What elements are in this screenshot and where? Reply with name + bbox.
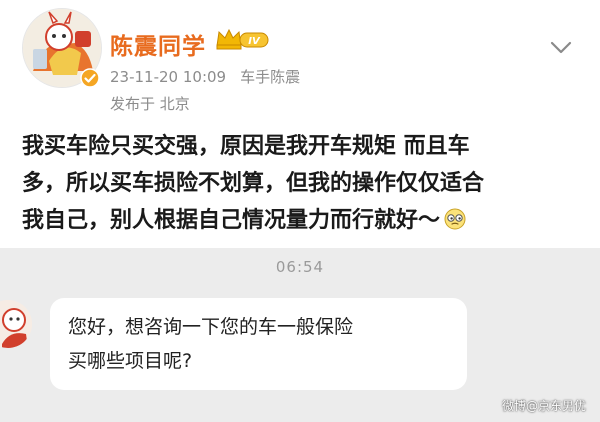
screenshot: 陈震同学 IV 23-11-20 10:09 车手陈震 发布于 北京 我买车险只买… [0,0,600,422]
message-text: 您好，想咨询一下您的车一般保险 买哪些项目呢? [68,310,458,378]
verified-badge-icon [80,68,100,88]
post-body-line-last: 我自己，别人根据自己情况量力而行就好～ [22,202,562,239]
post-source[interactable]: 车手陈震 [240,68,300,86]
message-line: 买哪些项目呢? [68,350,193,372]
level-badge-text: IV [248,36,261,47]
post-timestamp: 23-11-20 10:09 [110,68,227,86]
chat-avatar[interactable] [0,300,32,348]
post-meta: 23-11-20 10:09 车手陈震 [110,66,300,87]
posted-location: 发布于 北京 [110,95,190,113]
smirk-emoji-icon [444,208,466,230]
post-body-line-text: 我自己，别人根据自己情况量力而行就好～ [22,208,441,233]
weibo-watermark: 微博@京东男优 [501,399,586,413]
chat-timestamp: 06:54 [275,258,325,276]
post-body-line: 多，所以买车损险不划算，但我的操作仅仅适合 [22,171,485,196]
post-body: 我买车险只买交强，原因是我开车规矩 而且车 多，所以买车损险不划算，但我的操作仅… [22,128,562,239]
author-name[interactable]: 陈震同学 [110,27,206,61]
more-options-icon[interactable] [548,34,574,60]
weibo-post: 陈震同学 IV 23-11-20 10:09 车手陈震 发布于 北京 我买车险只买… [0,0,600,248]
message-line: 您好，想咨询一下您的车一般保险 [68,316,354,338]
crown-level-icon[interactable]: IV [214,27,272,51]
message-bubble[interactable]: 您好，想咨询一下您的车一般保险 买哪些项目呢? [50,298,467,390]
chat-panel: 06:54 您好，想咨询一下您的车一般保险 买哪些项目呢? 微博@京东男优 [0,248,600,422]
author-avatar[interactable] [22,8,102,88]
post-body-line: 我买车险只买交强，原因是我开车规矩 而且车 [22,134,470,159]
